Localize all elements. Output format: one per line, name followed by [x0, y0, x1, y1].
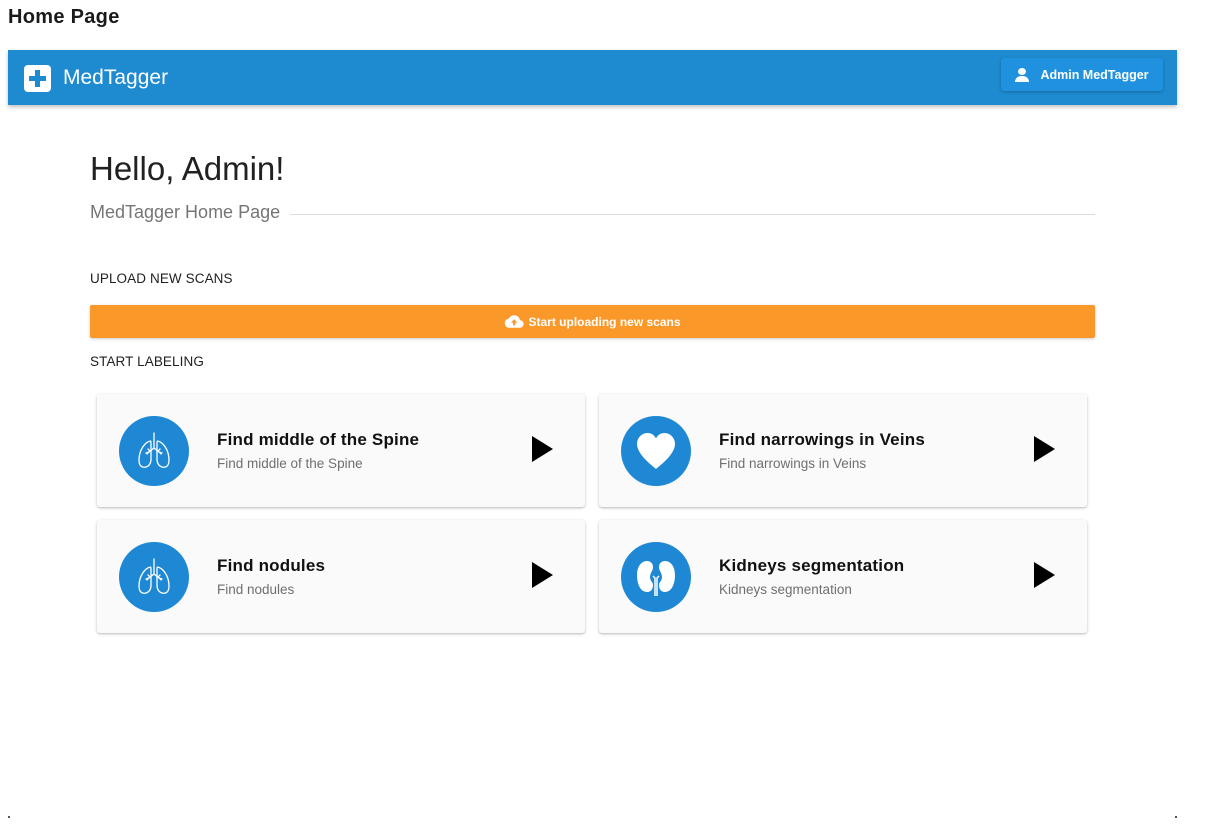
task-description: Kidneys segmentation [719, 582, 852, 597]
cloud-upload-icon [504, 315, 525, 328]
start-uploading-button[interactable]: Start uploading new scans [90, 305, 1095, 338]
page-subtitle: MedTagger Home Page [90, 201, 281, 222]
task-title: Find nodules [217, 556, 326, 575]
page-caption: Home Page [8, 6, 120, 28]
window-corner-mark [8, 816, 10, 818]
page-title: Hello, Admin! [90, 150, 285, 187]
brand-name: MedTagger [63, 66, 169, 89]
labeling-section-heading: START LABELING [90, 354, 204, 369]
medical-cross-logo-icon [24, 64, 51, 92]
kidneys-icon [621, 542, 691, 612]
lungs-icon [119, 542, 189, 612]
task-title: Kidneys segmentation [719, 556, 905, 575]
heart-icon [621, 416, 691, 486]
task-title: Find middle of the Spine [217, 430, 420, 449]
play-icon[interactable] [1034, 562, 1055, 588]
start-uploading-label: Start uploading new scans [528, 314, 681, 329]
task-card[interactable]: Find middle of the Spine Find middle of … [97, 394, 585, 507]
subtitle-divider [290, 213, 1095, 215]
user-menu-label: Admin MedTagger [1040, 67, 1149, 82]
window-corner-mark [1175, 816, 1177, 818]
brand[interactable]: MedTagger [24, 64, 168, 92]
task-card[interactable]: Find narrowings in Veins Find narrowings… [599, 394, 1087, 507]
person-icon [1015, 67, 1030, 82]
app-window: MedTagger Admin MedTagger Hello, Admin! … [8, 50, 1177, 818]
play-icon[interactable] [532, 436, 553, 462]
task-description: Find narrowings in Veins [719, 456, 867, 471]
task-description: Find nodules [217, 582, 295, 597]
task-description: Find middle of the Spine [217, 456, 363, 471]
task-card[interactable]: Kidneys segmentation Kidneys segmentatio… [599, 520, 1087, 633]
lungs-icon [119, 416, 189, 486]
user-menu-button[interactable]: Admin MedTagger [1001, 58, 1163, 91]
subtitle-row: MedTagger Home Page [90, 200, 1095, 224]
upload-section-heading: UPLOAD NEW SCANS [90, 271, 233, 286]
task-title: Find narrowings in Veins [719, 430, 925, 449]
play-icon[interactable] [1034, 436, 1055, 462]
home-content: Hello, Admin! MedTagger Home Page UPLOAD… [90, 150, 1095, 633]
top-navbar: MedTagger Admin MedTagger [8, 50, 1177, 105]
play-icon[interactable] [532, 562, 553, 588]
task-card[interactable]: Find nodules Find nodules [97, 520, 585, 633]
